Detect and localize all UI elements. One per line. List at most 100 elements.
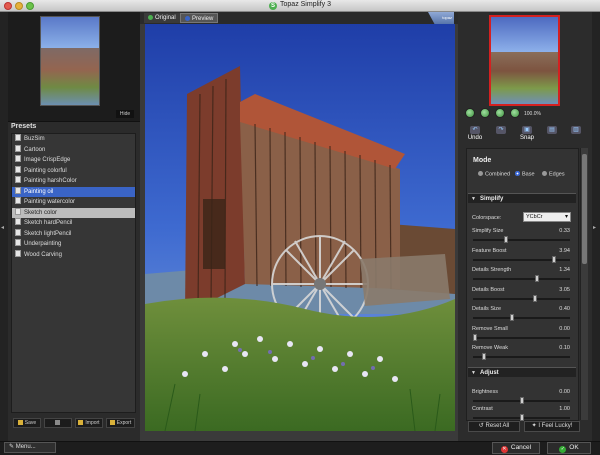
mode-radio-base[interactable]: Base [515,171,535,178]
preset-label: Wood Carving [24,251,62,258]
preset-label: Cartoon [24,146,46,153]
zoom-fit-icon[interactable] [495,108,505,118]
window-title: S Topaz Simplify 3 [0,1,600,10]
simplify-section-header[interactable]: Simplify [468,193,576,204]
navigator-thumbnail[interactable] [489,15,560,106]
menu-icon: ✎ [9,444,16,450]
undo-button[interactable]: ↶ Undo [463,126,487,141]
reset-all-button[interactable]: ↺ Reset All [468,421,520,432]
slider-label: Remove Weak [472,345,508,351]
blank-preset-button[interactable] [44,418,72,428]
cancel-button[interactable]: ✕ Cancel [492,442,540,454]
slider-label: Details Strength [472,267,512,273]
zoom-in-icon[interactable] [480,108,490,118]
slider-handle[interactable] [503,236,508,243]
collapse-right-icon: ▸ [593,225,597,231]
preset-icon [54,420,60,425]
slider-value[interactable]: 1.34 [550,267,570,273]
right-panel-collapse-handle[interactable]: ▸ [592,12,600,441]
preset-item[interactable]: Painting colorful [12,165,135,177]
zoom-percentage: 100.0% [524,111,541,117]
ok-icon: ✓ [559,446,567,453]
preset-item[interactable]: Sketch color [12,207,135,218]
slider-value[interactable]: 1.00 [550,406,570,412]
slider-handle[interactable] [533,294,538,302]
preset-document-icon [15,155,21,162]
zoom-out-icon[interactable] [465,108,475,118]
preset-item[interactable]: Underpainting [12,239,135,250]
window-title-text: Topaz Simplify 3 [280,1,331,8]
import-preset-button[interactable]: Import [75,418,103,428]
left-panel-collapse-handle[interactable]: ◂ [0,12,8,441]
painted-barn-image [145,24,455,431]
slider-handle[interactable] [519,414,524,421]
slider-value[interactable]: 0.33 [550,228,570,234]
redo-button[interactable]: ↷ [489,126,513,135]
preset-label: Painting oil [24,188,54,195]
adjust-section-header[interactable]: Adjust [468,367,576,378]
import-icon [78,420,84,425]
preset-item[interactable]: Image CrispEdge [12,155,135,166]
preset-item[interactable]: Painting harshColor [12,176,135,187]
slider-value[interactable]: 0.10 [550,345,570,351]
scrollbar-thumb[interactable] [582,154,587,264]
snap-button[interactable]: ▣ Snap [515,126,539,141]
settings-panel [466,148,579,421]
slider-handle[interactable] [482,353,487,360]
preset-preview-thumbnail [40,16,100,106]
colorspace-dropdown[interactable]: YCbCr [523,212,571,222]
slider-label: Details Boost [472,286,505,293]
ok-button[interactable]: ✓ OK [547,442,591,454]
preset-label: Painting harshColor [24,178,77,184]
presets-heading: Presets [11,123,37,130]
menu-button[interactable]: ✎ Menu... [4,442,56,453]
colorspace-label: Colorspace: [472,215,502,221]
compare-button-2[interactable]: ▥ [564,126,588,135]
preset-item[interactable]: Wood Carving [12,249,135,261]
slider-track[interactable] [473,278,570,280]
slider-value[interactable]: 0.40 [550,306,570,312]
zoom-actual-icon[interactable] [510,108,520,118]
compare-button-1[interactable]: ▤ [540,126,564,135]
slider-value[interactable]: 0.00 [550,389,570,395]
slider-value[interactable]: 0.00 [550,326,570,332]
preset-item[interactable]: Cartoon [12,144,135,156]
slider-track[interactable] [473,297,570,300]
preset-item[interactable]: Sketch hardPencil [12,218,135,229]
export-preset-button[interactable]: Export [106,418,135,428]
preset-document-icon [15,134,21,141]
preset-item[interactable]: Painting oil [12,186,135,197]
slider-handle[interactable] [535,275,540,282]
slider-track[interactable] [473,239,570,241]
preset-label: Sketch color [24,209,58,216]
slider-value[interactable]: 3.05 [550,287,570,293]
slider-label: Feature Boost [472,247,507,254]
radio-icon [478,171,483,176]
slider-track[interactable] [473,356,570,358]
preset-label: Image CrispEdge [24,157,71,163]
original-dot-icon [148,14,153,20]
preset-item[interactable]: BuzSim [12,134,135,145]
slider-handle[interactable] [473,333,477,341]
save-preset-button[interactable]: Save [13,418,41,428]
slider-value[interactable]: 3.94 [550,248,570,254]
slider-label: Contrast [472,406,493,412]
preset-item[interactable]: Sketch lightPencil [12,228,135,240]
compare-icon: ▤ [547,126,557,134]
slider-track[interactable] [473,317,570,319]
settings-scrollbar[interactable] [580,148,588,420]
feel-lucky-button[interactable]: ✦ I Feel Lucky! [524,421,580,432]
slider-handle[interactable] [552,255,557,263]
slider-handle[interactable] [519,397,524,404]
preset-item[interactable]: Painting watercolor [12,197,135,208]
tab-original[interactable]: Original [144,13,180,23]
slider-track[interactable] [473,336,570,339]
slider-handle[interactable] [510,314,515,321]
mode-radio-edges[interactable]: Edges [542,171,565,178]
hide-button[interactable]: Hide [116,110,134,118]
tab-preview[interactable]: Preview [180,13,219,23]
mode-radio-combined[interactable]: Combined [478,171,510,178]
image-preview-canvas[interactable] [145,24,455,431]
preset-document-icon [15,249,21,257]
preset-label: Painting watercolor [24,199,76,205]
